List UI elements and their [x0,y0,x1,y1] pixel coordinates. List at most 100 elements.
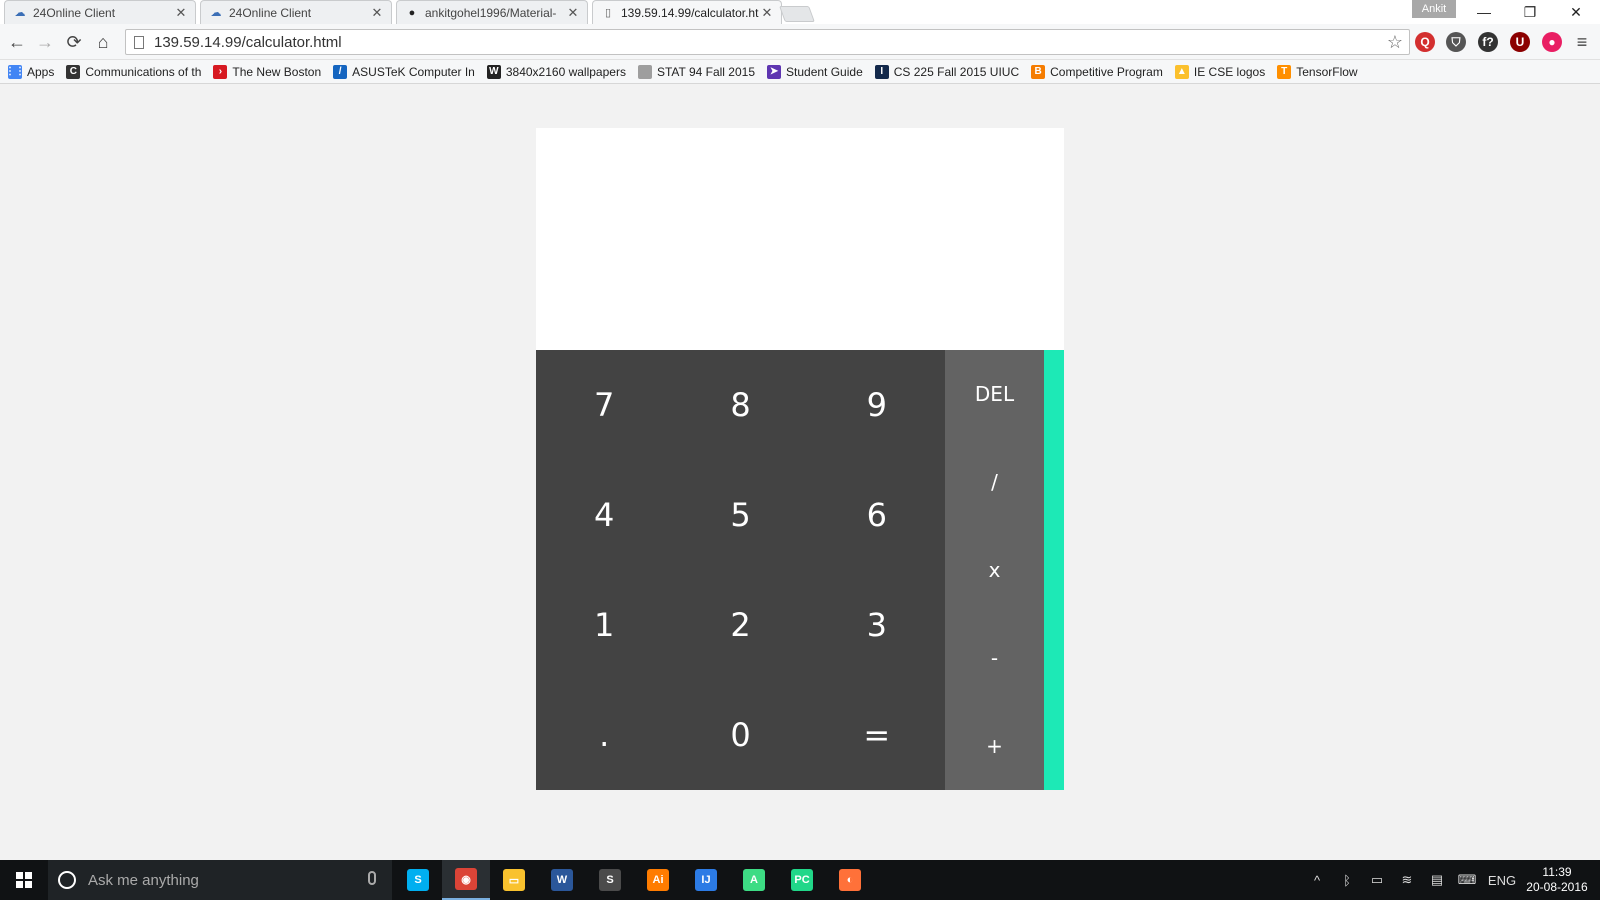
action-center-icon[interactable]: ▤ [1422,872,1452,888]
microphone-icon[interactable] [368,871,376,885]
key-7[interactable]: 7 [536,350,672,460]
home-icon[interactable]: ⌂ [91,30,115,54]
divide-button[interactable]: / [945,438,1044,526]
bookmark-item[interactable]: STAT 94 Fall 2015 [637,64,755,79]
clock[interactable]: 11:39 20-08-2016 [1522,865,1592,895]
back-icon[interactable]: ← [5,30,29,54]
bookmark-item[interactable]: B Competitive Program [1031,64,1163,79]
page-info-icon[interactable] [134,35,144,49]
key-6[interactable]: 6 [809,460,945,570]
ublock-extension-icon[interactable]: U [1510,32,1530,52]
multiply-button[interactable]: x [945,526,1044,614]
taskbar-app-chrome[interactable]: ◉ [442,860,490,900]
start-button[interactable] [0,860,48,900]
taskbar-app-word[interactable]: W [538,860,586,900]
bookmark-item[interactable]: C Communications of th [66,64,201,79]
bookmark-item[interactable]: I CS 225 Fall 2015 UIUC [874,64,1019,79]
minimize-icon[interactable]: — [1461,0,1507,24]
bookmark-label: Student Guide [786,64,863,79]
bookmark-item[interactable]: ➤ Student Guide [767,64,863,79]
taskbar-app-android-studio[interactable]: A [730,860,778,900]
window-close-icon[interactable]: ✕ [1553,0,1599,24]
taskbar-app-pycharm[interactable]: PC [778,860,826,900]
close-icon[interactable]: ✕ [173,5,189,21]
taskbar-app-file-explorer[interactable]: ▭ [490,860,538,900]
pycharm-icon: PC [791,869,813,891]
add-button[interactable]: + [945,702,1044,790]
tab-24online-client-2[interactable]: ☁ 24Online Client ✕ [200,0,392,24]
forward-icon[interactable]: → [33,30,57,54]
key-decimal[interactable]: . [536,680,672,790]
wifi-icon[interactable]: ≋ [1392,872,1422,888]
touch-keyboard-icon[interactable]: ⌨ [1452,872,1482,888]
close-icon[interactable]: ✕ [565,5,581,21]
taskbar-app-illustrator[interactable]: Ai [634,860,682,900]
formula-extension-icon[interactable]: f? [1478,32,1498,52]
clock-time: 11:39 [1542,865,1572,879]
page-icon: ▯ [604,7,612,19]
menu-icon[interactable]: ≡ [1570,30,1594,54]
tab-24online-client-1[interactable]: ☁ 24Online Client ✕ [4,0,196,24]
color-picker-extension-icon[interactable]: ● [1542,32,1562,52]
key-8[interactable]: 8 [672,350,808,460]
tab-label: 139.59.14.99/calculator.ht [621,5,759,20]
tab-calculator[interactable]: ▯ 139.59.14.99/calculator.ht ✕ [592,0,782,24]
cortana-search-box[interactable]: Ask me anything [48,860,392,900]
key-0[interactable]: 0 [672,680,808,790]
restore-icon[interactable]: ❐ [1507,0,1553,24]
bookmark-item[interactable]: T TensorFlow [1277,64,1358,79]
close-icon[interactable]: ✕ [759,5,775,21]
language-indicator[interactable]: ENG [1482,873,1522,888]
bookmark-item[interactable]: W 3840x2160 wallpapers [486,64,626,79]
c-icon: C [66,64,81,79]
taskbar-app-sublime-text[interactable]: S [586,860,634,900]
illustrator-icon: Ai [647,869,669,891]
key-5[interactable]: 5 [672,460,808,570]
illinois-icon: I [874,64,889,79]
w-icon: W [486,64,501,79]
quotes-extension-icon[interactable]: Q [1415,32,1435,52]
show-hidden-icons-icon[interactable]: ^ [1302,873,1332,888]
taskbar-app-skype[interactable]: S [394,860,442,900]
key-2[interactable]: 2 [672,570,808,680]
bluetooth-icon[interactable]: ᛒ [1332,873,1362,888]
reload-icon[interactable]: ⟳ [62,30,86,54]
number-pad: 7 8 9 4 5 6 1 2 3 . 0 = [536,350,945,790]
close-icon[interactable]: ✕ [369,5,385,21]
profile-badge[interactable]: Ankit [1412,0,1456,18]
bookmark-label: Competitive Program [1050,64,1163,79]
advanced-panel-handle[interactable] [1044,350,1064,790]
bookmark-item[interactable]: ▲ IE CSE logos [1174,64,1265,79]
taskbar-app-intellij[interactable]: IJ [682,860,730,900]
android-studio-icon: A [743,869,765,891]
address-bar[interactable]: 139.59.14.99/calculator.html ☆ [125,29,1410,55]
bookmark-label: TensorFlow [1296,64,1358,79]
key-1[interactable]: 1 [536,570,672,680]
bookmark-item[interactable]: › The New Boston [213,64,321,79]
subtract-button[interactable]: - [945,614,1044,702]
calculator: 7 8 9 4 5 6 1 2 3 . 0 = DEL / x - + [536,128,1064,790]
tab-strip: ☁ 24Online Client ✕ ☁ 24Online Client ✕ … [0,0,1600,24]
key-4[interactable]: 4 [536,460,672,570]
bookmark-item[interactable]: / ASUSTeK Computer In [333,64,475,79]
bookmark-star-icon[interactable]: ☆ [1387,32,1403,53]
key-9[interactable]: 9 [809,350,945,460]
bookmark-item[interactable]: ⋮⋮ Apps [5,64,55,79]
cortana-icon [58,871,76,889]
tensorflow-icon: T [1277,64,1292,79]
tab-label: 24Online Client [229,5,312,20]
url-text[interactable]: 139.59.14.99/calculator.html [154,34,342,51]
key-equals[interactable]: = [809,680,945,790]
newboston-icon: › [213,64,228,79]
pocket-extension-icon[interactable]: ⛉ [1446,32,1466,52]
clock-date: 20-08-2016 [1526,880,1588,894]
delete-button[interactable]: DEL [945,350,1044,438]
key-3[interactable]: 3 [809,570,945,680]
tab-github[interactable]: ● ankitgohel1996/Material- ✕ [396,0,588,24]
bookmark-label: Apps [27,64,55,79]
battery-icon[interactable]: ▭ [1362,872,1392,888]
taskbar-app-firefox[interactable]: ◐ [826,860,874,900]
chrome-icon: ◉ [455,868,477,890]
new-tab-button[interactable] [779,6,815,22]
tab-label: ankitgohel1996/Material- [425,5,557,20]
